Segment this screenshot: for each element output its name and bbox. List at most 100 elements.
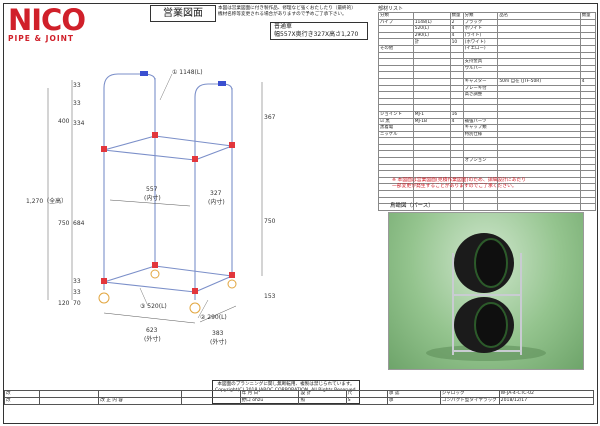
parts-row: ウルパー [378, 64, 597, 73]
parts-row: ブレーキ付 [378, 84, 597, 93]
parts-cell: (ホワイト) [462, 38, 499, 46]
parts-cell [378, 97, 414, 106]
parts-cell: 計 [412, 38, 451, 46]
parts-cell [497, 190, 581, 198]
parts-cell [462, 163, 499, 172]
parts-cell [378, 84, 414, 93]
parts-cell [378, 51, 414, 60]
parts-cell [412, 84, 451, 93]
bottom-notice-line-1: 本図面のプランニングに関し無断転用、複製は禁じられています。 [217, 382, 355, 387]
parts-cell [579, 38, 597, 46]
parts-cell: 特別仕様 [462, 130, 499, 139]
parts-cell [497, 157, 581, 165]
parts-cell [579, 157, 597, 165]
parts-cell [412, 170, 451, 178]
perspective-render [388, 212, 584, 370]
parts-cell [412, 71, 451, 79]
parts-cell [579, 31, 597, 40]
parts-cell [462, 137, 499, 145]
parts-cell: 16 [449, 110, 464, 119]
parts-cell [497, 31, 581, 40]
parts-cell [449, 77, 464, 86]
header-cell [412, 12, 451, 20]
parts-cell: (ライト) [462, 31, 499, 40]
header-cell: 数量 [579, 12, 597, 20]
parts-cell [412, 104, 451, 112]
parts-cell [497, 203, 581, 211]
rev-cell [39, 397, 100, 405]
rev-header: 改 [3, 390, 41, 398]
tire-rack-render [426, 233, 546, 361]
parts-cell [462, 203, 499, 211]
parts-cell [412, 77, 451, 86]
parts-cell [412, 130, 451, 139]
parts-cell [579, 25, 597, 33]
parts-cell [449, 104, 464, 112]
pipe-mid-right [194, 145, 233, 161]
parts-row [378, 137, 597, 145]
parts-row [378, 97, 597, 106]
parts-cell [579, 104, 597, 112]
parts-row: 支持金具 [378, 58, 597, 66]
rev-date-cell [180, 397, 241, 405]
dim-400: 400 [58, 118, 70, 125]
parts-cell [378, 170, 414, 178]
parts-row: 520(L) 4 ホワイト [378, 25, 597, 33]
parts-cell [412, 51, 451, 60]
scale-header: 尺 [345, 390, 388, 398]
parts-cell: キャップ類 [462, 124, 499, 132]
dim-33: 33 [73, 289, 81, 296]
parts-header-row: 分類 数量 分類 品名 数量 [378, 12, 597, 20]
header-cell: 分類 [378, 12, 414, 20]
parts-cell: 290(L) [412, 31, 451, 40]
parts-cell [497, 38, 581, 46]
parts-cell [497, 117, 581, 126]
parts-cell [579, 124, 597, 132]
parts-cell [412, 64, 451, 73]
parts-cell [449, 137, 464, 145]
parts-cell [449, 150, 464, 159]
approved-by: 承 [386, 397, 441, 405]
parts-cell [378, 150, 414, 159]
parts-cell: 4 [449, 31, 464, 40]
parts-cell [449, 203, 464, 211]
parts-cell [579, 150, 597, 159]
joint [192, 288, 198, 294]
parts-cell [497, 170, 581, 178]
joint [152, 132, 158, 138]
title-block: 改 年 月 日 設 計 尺 承 認 ジャロック W-JA-4-CTC-02 改 … [3, 390, 595, 405]
parts-cell: 520(L) [412, 25, 451, 33]
joint [101, 146, 107, 152]
parts-row [378, 51, 597, 60]
parts-cell: 1148(L) [412, 18, 451, 27]
parts-cell [412, 150, 451, 159]
dim-334: 334 [73, 120, 85, 127]
dim-327: 327 [210, 190, 222, 197]
dim-33: 33 [73, 278, 81, 285]
parts-cell [579, 58, 597, 66]
parts-cell [378, 71, 414, 79]
parts-cell: 4 [449, 117, 464, 126]
parts-cell [497, 58, 581, 66]
parts-cell [579, 71, 597, 79]
parts-row [378, 71, 597, 79]
parts-cell [497, 110, 581, 119]
caster-icon [189, 302, 201, 314]
parts-cell [579, 203, 597, 211]
rack-drawing [47, 71, 263, 324]
parts-cell [449, 71, 464, 79]
parts-section-title: 部材リスト [378, 6, 404, 12]
parts-row: 290(L) 4 (ライト) [378, 31, 597, 40]
parts-row: ☑ 黒 MJ-1B 4 補強パーツ [378, 117, 597, 126]
parts-cell [579, 170, 597, 178]
rev-date-cell [180, 390, 241, 398]
parts-row: ニッケル 特別仕様 [378, 130, 597, 139]
parts-cell: 4 [579, 77, 597, 86]
dim-623-sub: (外寸) [144, 336, 161, 343]
parts-row: 計 10 (ホワイト) [378, 38, 597, 46]
approval-header: 承 認 [386, 390, 441, 398]
parts-cell [449, 196, 464, 205]
callout-pipe-290: ② 290(L) [200, 314, 227, 321]
parts-cell [497, 18, 581, 27]
parts-cell [378, 64, 414, 73]
